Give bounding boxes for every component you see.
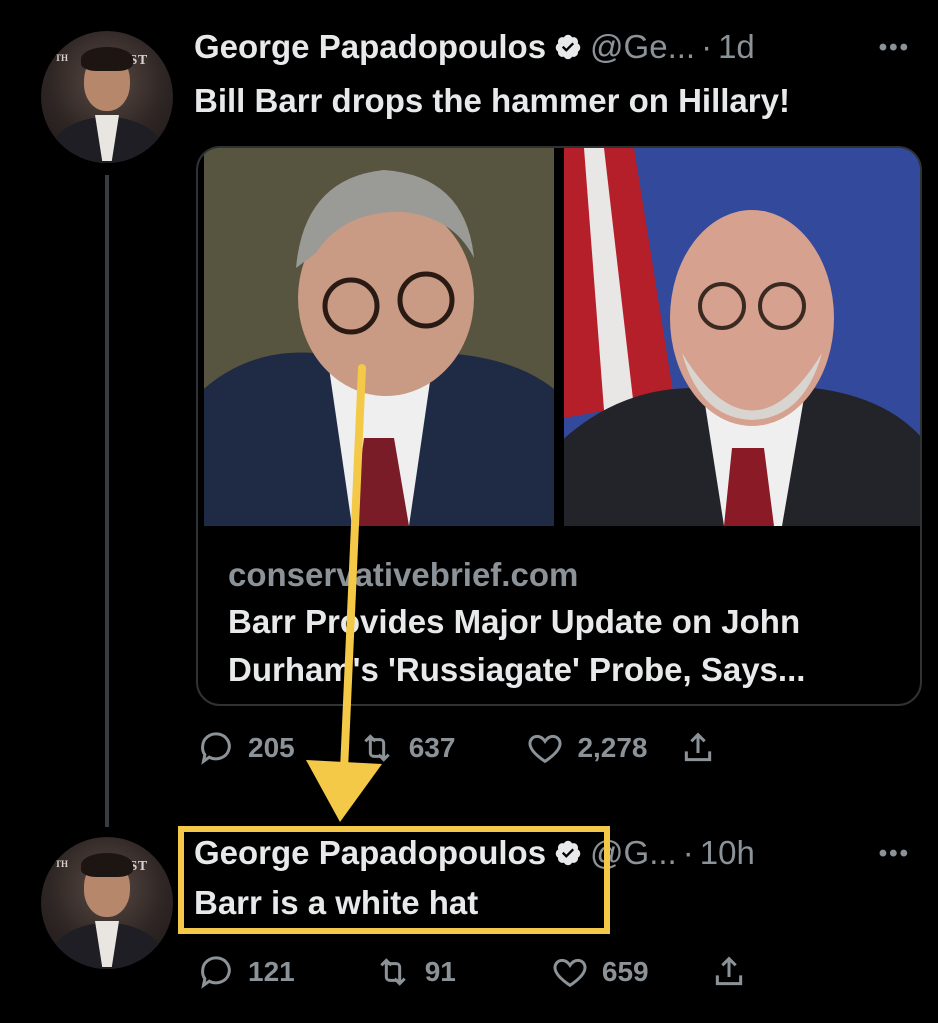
reply-button[interactable]: 205 [196,728,295,768]
share-button[interactable] [709,952,749,992]
tweet-header: George Papadopoulos @Ge... · 1d [194,28,755,66]
heart-icon [528,734,562,764]
tweet-timestamp[interactable]: 1d [718,28,755,66]
tweet-actions: 121 91 659 [196,952,749,992]
author-name[interactable]: George Papadopoulos [194,28,546,66]
avatar[interactable]: TH NIST [41,837,173,969]
retweet-button[interactable]: 637 [357,728,456,768]
tweet-text: Bill Barr drops the hammer on Hillary! [194,82,790,119]
card-image-right [564,148,920,526]
retweet-icon [363,734,390,762]
more-options-icon[interactable]: ••• [879,840,910,868]
reply-count: 205 [248,732,295,763]
link-preview-card[interactable]: conservativebrief.com Barr Provides Majo… [196,146,922,706]
avatar-backdrop-text: TH [55,53,69,63]
verified-badge-icon [555,34,581,60]
author-handle[interactable]: @Ge... [590,28,695,66]
retweet-count: 637 [408,732,456,763]
more-options-icon[interactable]: ••• [879,34,910,62]
avatar[interactable]: TH NIST [41,31,173,163]
like-count: 659 [601,956,649,987]
card-image-left [204,148,554,526]
annotation-highlight-box [178,826,610,934]
card-meta: conservativebrief.com Barr Provides Majo… [228,556,888,694]
avatar-hair [81,853,133,877]
like-button[interactable]: 659 [550,952,649,992]
share-button[interactable] [678,728,718,768]
avatar-backdrop-text: TH [55,859,69,869]
separator-dot: · [682,834,694,871]
avatar-hair [81,47,133,71]
share-icon [715,956,742,986]
card-title: Barr Provides Major Update on John Durha… [228,603,806,688]
reply-count: 121 [248,956,295,987]
reply-icon [201,956,231,989]
thread-connector-line [105,175,109,827]
like-button[interactable]: 2,278 [525,728,648,768]
separator-dot: · [701,28,713,65]
tweet-actions: 205 637 2,278 [196,728,718,768]
reply-icon [201,732,231,765]
heart-icon [553,958,587,988]
retweet-count: 91 [424,956,456,987]
share-icon [684,732,711,762]
reply-button[interactable]: 121 [196,952,295,992]
retweet-icon [379,958,406,986]
card-domain: conservativebrief.com [228,556,579,593]
retweet-button[interactable]: 91 [373,952,456,992]
tweet-timestamp[interactable]: 10h [700,834,755,872]
like-count: 2,278 [577,732,648,763]
